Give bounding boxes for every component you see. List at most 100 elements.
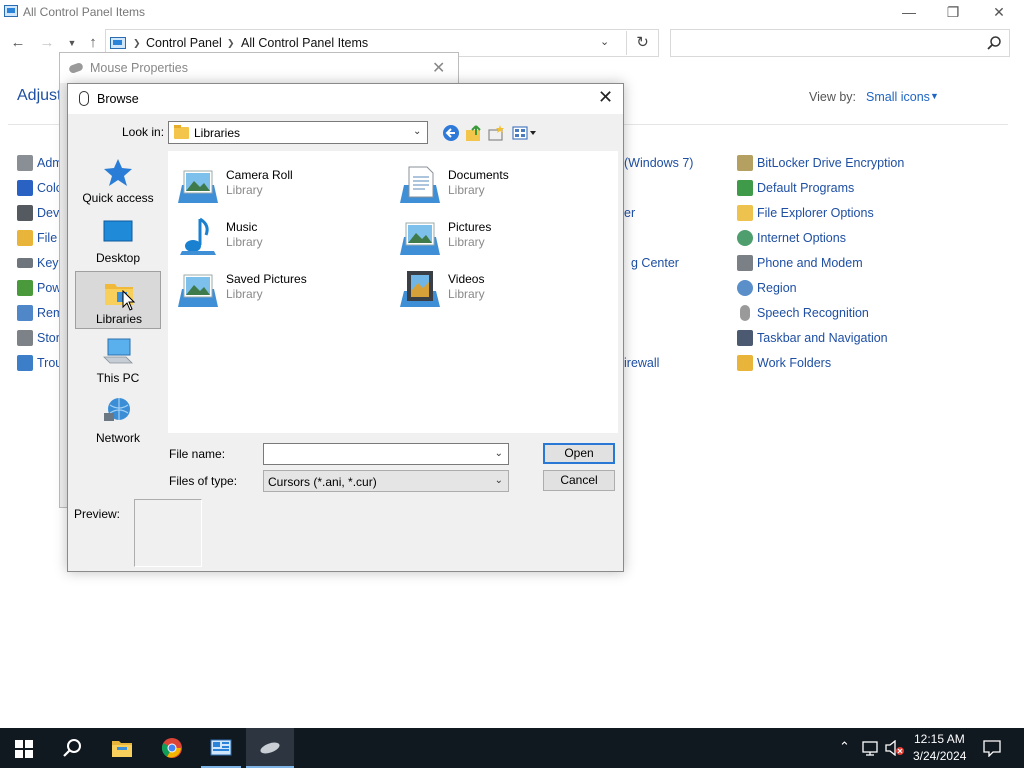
chevron-down-icon: ⌄ (494, 475, 503, 486)
taskbar-mouse-properties[interactable] (246, 728, 294, 768)
forward-button[interactable]: → (37, 34, 57, 52)
pictures-library-icon (400, 222, 440, 255)
folder-options-icon (737, 205, 753, 221)
files-of-type-label: Files of type: (169, 474, 238, 488)
back-button[interactable]: ← (8, 34, 28, 52)
libraries-folder-icon (174, 125, 189, 139)
chevron-down-icon: ⌄ (413, 126, 422, 137)
place-network[interactable]: Network (75, 391, 161, 449)
taskbar-icon (737, 330, 753, 346)
chevron-down-icon[interactable]: ⌄ (495, 448, 503, 459)
taskbar-chrome[interactable] (148, 728, 196, 768)
file-name: Documents (448, 168, 509, 182)
microphone-icon (740, 305, 750, 321)
show-hidden-icons-button[interactable]: ⌃ (839, 739, 850, 755)
desktop-icon (103, 220, 133, 242)
file-explorer-icon (112, 741, 132, 757)
view-by-label: View by: (809, 90, 857, 104)
minimize-button[interactable]: — (886, 0, 932, 26)
recent-locations-button[interactable]: ▼ (62, 34, 82, 52)
place-libraries[interactable]: Libraries (75, 271, 161, 329)
up-button[interactable]: ↑ (83, 34, 103, 52)
files-of-type-value: Cursors (*.ani, *.cur) (268, 475, 377, 489)
refresh-button[interactable]: ↻ (626, 31, 658, 55)
file-type: Library (226, 287, 263, 301)
notifications-icon[interactable] (983, 740, 1001, 757)
network-status-icon[interactable] (862, 740, 880, 756)
devices-icon (17, 205, 33, 221)
browse-dialog: Browse ✕ Look in: Libraries ⌄ Quick acce… (67, 83, 624, 572)
view-menu-icon[interactable] (512, 124, 540, 142)
breadcrumb-separator-icon[interactable]: ❯ (227, 38, 235, 49)
close-button[interactable]: ✕ (976, 0, 1022, 26)
view-by-dropdown[interactable]: Small icons (866, 90, 930, 104)
windows-logo-icon (15, 740, 33, 758)
computer-icon (103, 338, 133, 364)
file-name: Videos (448, 272, 485, 286)
preview-label: Preview: (74, 507, 121, 521)
file-type: Library (448, 183, 485, 197)
look-in-label: Look in: (122, 125, 165, 139)
pictures-library-icon (178, 170, 218, 203)
taskbar-control-panel[interactable] (197, 728, 245, 768)
file-type: Library (226, 183, 263, 197)
files-of-type-select[interactable]: Cursors (*.ani, *.cur) ⌄ (263, 470, 509, 492)
list-item[interactable]: Pictures Library (390, 213, 590, 257)
restore-button[interactable]: ❐ (930, 0, 976, 26)
list-item[interactable]: Videos Library (390, 265, 590, 309)
address-dropdown-icon[interactable]: ⌄ (600, 35, 609, 48)
close-button[interactable]: ✕ (432, 58, 445, 78)
volume-muted-icon[interactable] (885, 740, 905, 756)
mouse-icon (79, 91, 89, 106)
close-button[interactable]: ✕ (598, 87, 613, 108)
chrome-icon (161, 738, 182, 758)
file-type: Library (448, 287, 485, 301)
mouse-cursor-icon (122, 290, 136, 311)
region-icon (737, 280, 753, 296)
new-folder-icon[interactable] (488, 124, 506, 142)
phone-modem-icon (737, 255, 753, 271)
window-title: All Control Panel Items (23, 5, 146, 19)
places-bar: Quick access Desktop Libraries This PC N… (75, 151, 161, 461)
file-name: Music (226, 220, 258, 234)
search-input[interactable] (670, 29, 1010, 57)
clock-date[interactable]: 3/24/2024 (913, 749, 966, 763)
breadcrumb-all-items[interactable]: All Control Panel Items (241, 36, 368, 50)
start-button[interactable] (0, 728, 48, 768)
breadcrumb-separator-icon[interactable]: ❯ (133, 38, 141, 49)
file-name: Camera Roll (226, 168, 293, 182)
documents-library-icon (400, 166, 440, 203)
open-button[interactable]: Open (543, 443, 615, 464)
list-item[interactable]: Saved Pictures Library (168, 265, 368, 309)
place-quick-access[interactable]: Quick access (75, 151, 161, 209)
control-panel-icon (210, 739, 232, 756)
place-this-pc[interactable]: This PC (75, 331, 161, 389)
pictures-library-icon (178, 274, 218, 307)
music-library-icon (180, 217, 216, 255)
look-in-value: Libraries (194, 126, 241, 140)
list-item[interactable]: Music Library (168, 213, 368, 257)
cancel-button[interactable]: Cancel (543, 470, 615, 491)
taskbar-file-explorer[interactable] (98, 728, 146, 768)
page-heading: Adjust (17, 87, 62, 104)
control-panel-titlebar: All Control Panel Items — ❐ ✕ (0, 0, 1024, 26)
mouse-properties-titlebar: Mouse Properties ✕ (60, 53, 458, 83)
list-item[interactable]: Camera Roll Library (168, 161, 368, 205)
file-name: Pictures (448, 220, 492, 234)
troubleshooting-icon (17, 355, 33, 371)
breadcrumb-control-panel[interactable]: Control Panel (146, 36, 222, 50)
search-icon (987, 36, 1001, 50)
taskbar-search-button[interactable] (48, 728, 96, 768)
keyboard-icon (17, 258, 33, 268)
back-arrow-icon[interactable] (442, 124, 460, 142)
chevron-down-icon[interactable]: ▼ (930, 91, 939, 101)
remoteapp-icon (17, 305, 33, 321)
look-in-dropdown[interactable]: Libraries ⌄ (168, 121, 428, 144)
internet-options-icon (737, 230, 753, 246)
up-folder-icon[interactable] (465, 124, 483, 142)
clock-time[interactable]: 12:15 AM (914, 732, 965, 746)
file-name-input[interactable]: ⌄ (263, 443, 509, 465)
place-desktop[interactable]: Desktop (75, 211, 161, 269)
list-item[interactable]: Documents Library (390, 161, 590, 205)
file-list[interactable]: Camera Roll Library Documents Library Mu… (168, 151, 618, 433)
